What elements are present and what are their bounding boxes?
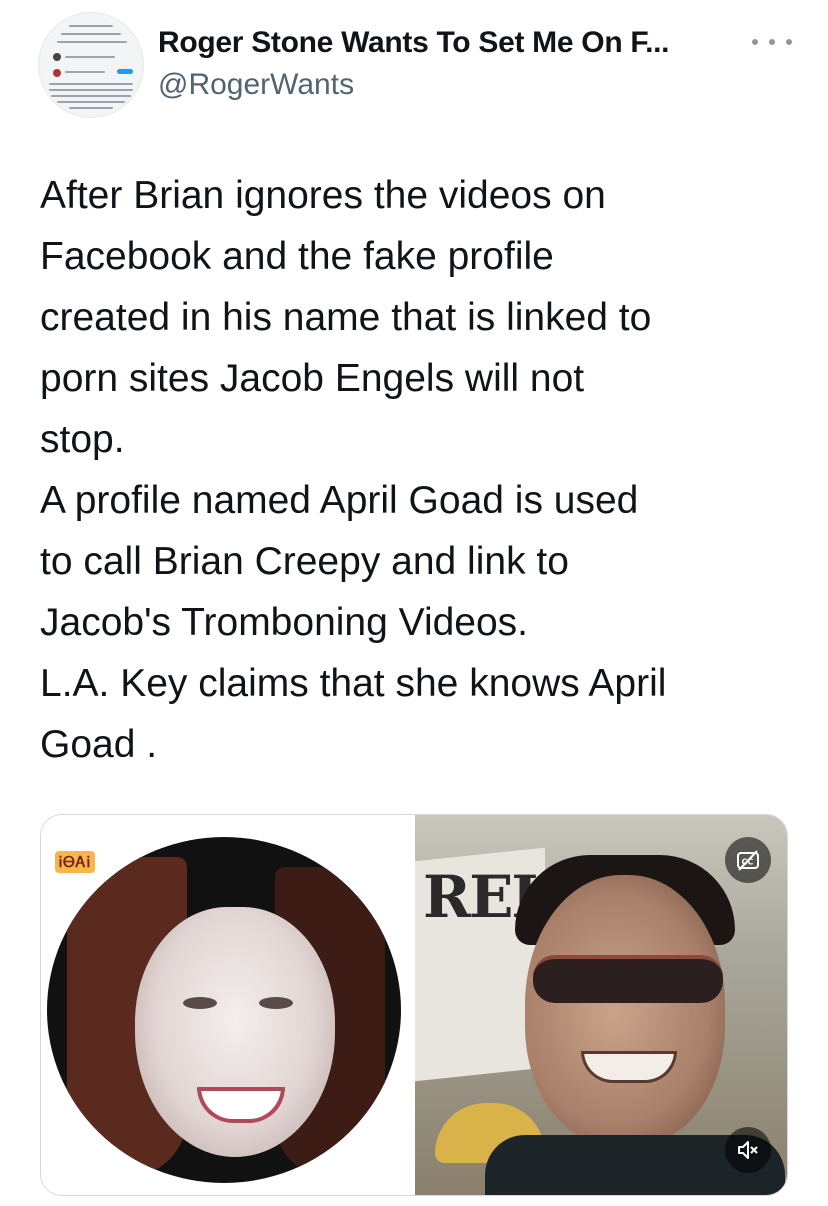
tweet-text-line: Facebook and the fake profile [40,235,554,278]
volume-muted-icon [738,1141,758,1159]
author-display-name[interactable]: Roger Stone Wants To Set Me On F... [158,26,670,60]
avatar-detail [49,83,133,85]
avatar-detail [57,41,127,43]
tweet-text-line: Jacob's Tromboning Videos. [40,601,529,644]
tweet-text-line: After Brian ignores the videos on [40,174,606,217]
tweet-text: After Brian ignores the videos on Facebo… [40,165,800,775]
sunglasses [533,955,723,1003]
avatar-detail [57,101,125,103]
more-dot [769,39,775,45]
avatar-detail [61,33,121,35]
closed-captions-off-icon: CC [737,850,759,871]
avatar-detail [69,25,113,27]
tweet-text-line: L.A. Key claims that she knows April [40,662,667,705]
tweet-text-line: stop. [40,418,125,461]
avatar[interactable] [38,12,144,118]
tweet-text-line: porn sites Jacob Engels will not [40,357,585,400]
author-handle[interactable]: @RogerWants [158,68,354,102]
tweet-text-line: to call Brian Creepy and link to [40,540,569,583]
avatar-detail [117,69,133,74]
video-left-panel: ᎥᎾᎪᎥ [41,815,413,1195]
more-horizontal-icon[interactable] [752,30,792,54]
more-dot [786,39,792,45]
tweet-text-line: Goad . [40,723,158,766]
avatar-detail [49,89,133,91]
captions-button[interactable]: CC [725,837,771,883]
mute-button[interactable] [725,1127,771,1173]
avatar-detail [65,71,105,73]
avatar-detail [69,107,113,109]
avatar-detail [51,95,131,97]
channel-logo: ᎥᎾᎪᎥ [55,851,95,873]
avatar-detail [53,53,61,61]
tweet-text-line: A profile named April Goad is used [40,479,639,522]
avatar-detail [53,69,61,77]
woman-eye [183,997,217,1009]
more-dot [752,39,758,45]
avatar-detail [65,56,115,58]
circular-video-frame [47,837,401,1183]
woman-eye [259,997,293,1009]
video-player[interactable]: ᎥᎾᎪᎥ REI CC [40,814,788,1196]
man-face [525,875,725,1145]
tweet-text-line: created in his name that is linked to [40,296,652,339]
